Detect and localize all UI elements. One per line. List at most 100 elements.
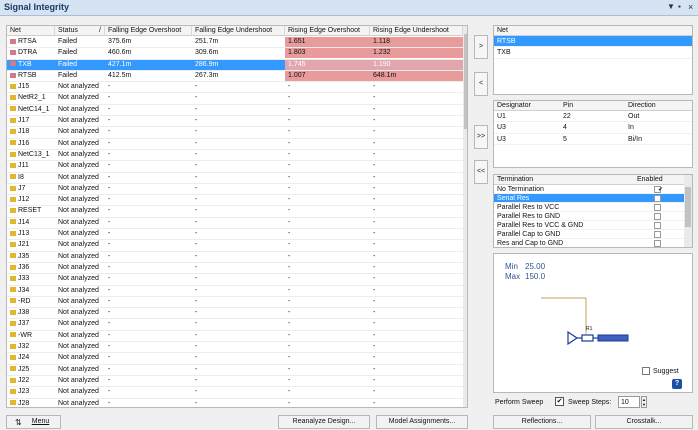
termination-option[interactable]: Parallel Res to GND <box>494 212 692 221</box>
table-row[interactable]: I8 Not analyzed - - - - <box>7 173 463 184</box>
designator-row[interactable]: U1 22 Out <box>494 111 692 123</box>
termination-option[interactable]: Serial Res <box>494 194 692 203</box>
col-rising-overshoot[interactable]: Rising Edge Overshoot <box>285 26 370 36</box>
table-row[interactable]: J38 Not analyzed - - - - <box>7 308 463 320</box>
net-grid-scrollbar[interactable] <box>463 26 467 407</box>
table-row[interactable]: J11 Not analyzed - - - - <box>7 161 463 173</box>
col-net[interactable]: Net <box>7 26 55 36</box>
col-falling-undershoot[interactable]: Falling Edge Undershoot <box>192 26 285 36</box>
table-row[interactable]: J32 Not analyzed - - - - <box>7 342 463 354</box>
close-icon[interactable]: × <box>688 2 693 12</box>
selected-net-item[interactable]: RTSB <box>494 36 692 48</box>
table-row[interactable]: -RD Not analyzed - - - - <box>7 297 463 309</box>
cell-text: - <box>108 230 111 238</box>
reflections-button[interactable]: Reflections... <box>493 415 591 429</box>
selected-net-item[interactable]: TXB <box>494 47 692 59</box>
termination-option[interactable]: Res and Cap to GND <box>494 239 692 247</box>
table-row[interactable]: NetR2_1 Not analyzed - - - - <box>7 93 463 105</box>
table-row[interactable]: DTRA Failed 460.6m 309.6m 1.803 1.232 <box>7 48 463 60</box>
table-row[interactable]: J34 Not analyzed - - - - <box>7 286 463 297</box>
table-row[interactable]: J14 Not analyzed - - - - <box>7 218 463 230</box>
termination-enabled-checkbox[interactable]: ✔ <box>654 186 663 193</box>
designator-row[interactable]: U3 4 In <box>494 122 692 134</box>
cell-text: Not analyzed <box>58 388 99 396</box>
remove-all-nets-button[interactable]: << <box>474 160 488 184</box>
table-row[interactable]: TXB Failed 427.1m 286.9m 1.745 1.190 <box>7 59 463 71</box>
termination-enabled-checkbox[interactable] <box>654 231 661 238</box>
termination-option[interactable]: Parallel Res to VCC & GND <box>494 221 692 230</box>
add-net-button[interactable]: > <box>474 35 488 59</box>
cell-text: - <box>108 94 111 102</box>
cell-status: Not analyzed <box>55 240 105 250</box>
perform-sweep-checkbox[interactable]: ✔ <box>555 397 564 406</box>
table-row[interactable]: J16 Not analyzed - - - - <box>7 139 463 150</box>
table-row[interactable]: RESET Not analyzed - - - - <box>7 206 463 218</box>
crosstalk-button[interactable]: Crosstalk... <box>595 415 693 429</box>
table-row[interactable]: J37 Not analyzed - - - - <box>7 319 463 331</box>
cell-status: Not analyzed <box>55 387 105 397</box>
termination-enabled-checkbox[interactable] <box>654 240 661 247</box>
table-row[interactable]: J24 Not analyzed - - - - <box>7 353 463 365</box>
table-row[interactable]: J18 Not analyzed - - - - <box>7 127 463 139</box>
table-row[interactable]: J23 Not analyzed - - - - <box>7 387 463 399</box>
table-row[interactable]: J28 Not analyzed - - - - <box>7 399 463 408</box>
col-status[interactable]: Status / <box>55 26 105 36</box>
col-enabled[interactable]: Enabled <box>634 175 663 185</box>
scrollbar-thumb[interactable] <box>464 34 467 129</box>
table-row[interactable]: J21 Not analyzed - - - - <box>7 240 463 252</box>
col-termination[interactable]: Termination <box>494 175 533 185</box>
termination-enabled-checkbox[interactable] <box>654 204 661 211</box>
scrollbar-thumb[interactable] <box>685 187 691 227</box>
termination-option[interactable]: Parallel Cap to GND <box>494 230 692 239</box>
col-falling-overshoot[interactable]: Falling Edge Overshoot <box>105 26 192 36</box>
table-row[interactable]: NetC14_1 Not analyzed - - - - <box>7 105 463 117</box>
table-row[interactable]: J22 Not analyzed - - - - <box>7 376 463 388</box>
help-icon[interactable]: ? <box>672 379 682 389</box>
termination-enabled-checkbox[interactable] <box>654 222 661 229</box>
cell-reu: - <box>370 274 463 284</box>
remove-net-button[interactable]: < <box>474 72 488 96</box>
table-row[interactable]: J12 Not analyzed - - - - <box>7 195 463 207</box>
table-row[interactable]: J35 Not analyzed - - - - <box>7 252 463 263</box>
table-row[interactable]: J15 Not analyzed - - - - <box>7 82 463 94</box>
cell-text: - <box>288 354 291 362</box>
table-row[interactable]: J7 Not analyzed - - - - <box>7 184 463 196</box>
termination-option[interactable]: No Termination ✔ <box>494 185 692 194</box>
cell-text: J13 <box>18 230 30 238</box>
cell-reu: - <box>370 116 463 126</box>
model-assignments-button[interactable]: Model Assignments... <box>376 415 468 429</box>
table-row[interactable]: J36 Not analyzed - - - - <box>7 263 463 275</box>
col-designator[interactable]: Designator <box>494 101 531 111</box>
table-row[interactable]: RTSA Failed 375.6m 251.7m 1.651 1.118 <box>7 37 463 49</box>
termination-enabled-checkbox[interactable] <box>654 195 661 202</box>
designator-row[interactable]: U3 5 Bi/In <box>494 134 692 145</box>
pin-icon[interactable]: ▪ <box>678 2 681 11</box>
cell-net: J37 <box>7 319 55 329</box>
table-row[interactable]: J13 Not analyzed - - - - <box>7 229 463 241</box>
table-row[interactable]: NetC13_1 Not analyzed - - - - <box>7 150 463 162</box>
cell-text: - <box>288 286 291 294</box>
col-pin[interactable]: Pin <box>560 101 573 111</box>
sweep-steps-spinner[interactable]: ▲ ▼ <box>641 396 647 408</box>
cell-reo: - <box>285 139 370 149</box>
dropdown-icon[interactable]: ▼ <box>667 2 675 11</box>
table-row[interactable]: -WR Not analyzed - - - - <box>7 331 463 343</box>
suggest-checkbox[interactable] <box>642 367 650 375</box>
table-row[interactable]: J33 Not analyzed - - - - <box>7 274 463 286</box>
menu-button[interactable]: ⇅ Menu <box>6 415 61 429</box>
table-row[interactable]: RTSB Failed 412.5m 267.3m 1.007 648.1m <box>7 70 463 83</box>
col-rising-undershoot[interactable]: Rising Edge Undershoot <box>370 26 463 36</box>
reanalyze-button[interactable]: Reanalyze Design... <box>278 415 370 429</box>
cell-status: Not analyzed <box>55 139 105 149</box>
table-row[interactable]: J17 Not analyzed - - - - <box>7 116 463 128</box>
termination-option[interactable]: Parallel Res to VCC <box>494 203 692 212</box>
sweep-steps-input[interactable]: 10 <box>618 396 640 408</box>
add-all-nets-button[interactable]: >> <box>474 125 488 149</box>
termination-scrollbar[interactable] <box>684 175 692 247</box>
cell-feo: 427.1m <box>105 60 192 70</box>
cell-text: J18 <box>18 128 30 136</box>
termination-enabled-checkbox[interactable] <box>654 213 661 220</box>
col-direction[interactable]: Direction <box>625 101 656 111</box>
cell-text: RESET <box>18 207 42 215</box>
table-row[interactable]: J25 Not analyzed - - - - <box>7 365 463 376</box>
